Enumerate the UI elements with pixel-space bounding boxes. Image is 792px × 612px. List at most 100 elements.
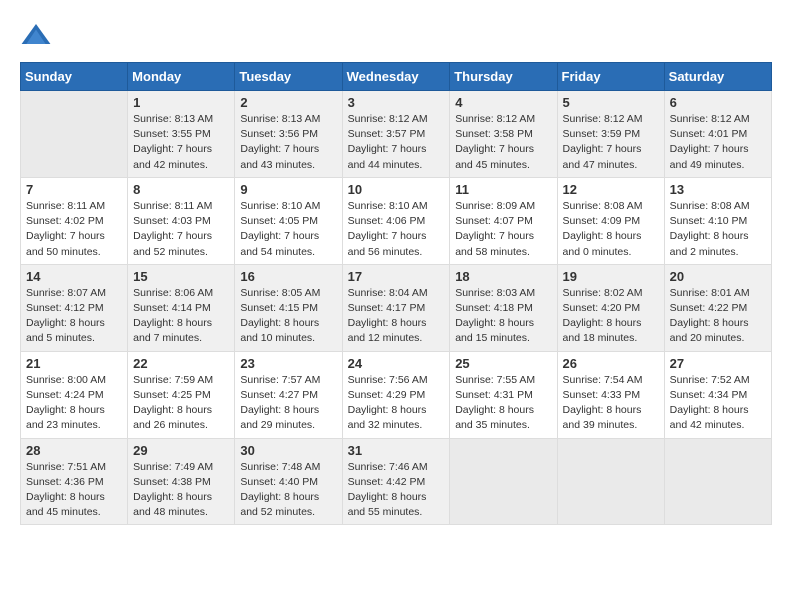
day-number: 17 bbox=[348, 269, 445, 284]
day-info: Sunrise: 8:11 AMSunset: 4:03 PMDaylight:… bbox=[133, 199, 229, 260]
calendar-cell: 9Sunrise: 8:10 AMSunset: 4:05 PMDaylight… bbox=[235, 177, 342, 264]
calendar-cell: 21 Sunrise: 8:00 AMSunset: 4:24 PMDayligh… bbox=[21, 351, 128, 438]
day-info: Sunrise: 8:05 AMSunset: 4:15 PMDaylight:… bbox=[240, 286, 336, 347]
calendar-cell: 29 Sunrise: 7:49 AMSunset: 4:38 PMDayligh… bbox=[128, 438, 235, 525]
calendar-cell: 13 Sunrise: 8:08 AMSunset: 4:10 PMDayligh… bbox=[664, 177, 771, 264]
day-number: 24 bbox=[348, 356, 445, 371]
calendar-week-row: 1 Sunrise: 8:13 AMSunset: 3:55 PMDaylight… bbox=[21, 91, 772, 178]
day-number: 22 bbox=[133, 356, 229, 371]
calendar-cell: 4 Sunrise: 8:12 AMSunset: 3:58 PMDaylight… bbox=[450, 91, 557, 178]
calendar-cell: 23 Sunrise: 7:57 AMSunset: 4:27 PMDayligh… bbox=[235, 351, 342, 438]
day-info: Sunrise: 8:01 AMSunset: 4:22 PMDaylight:… bbox=[670, 286, 766, 347]
calendar-table: SundayMondayTuesdayWednesdayThursdayFrid… bbox=[20, 62, 772, 525]
day-number: 2 bbox=[240, 95, 336, 110]
day-info: Sunrise: 7:46 AMSunset: 4:42 PMDaylight:… bbox=[348, 460, 445, 521]
calendar-cell: 22 Sunrise: 7:59 AMSunset: 4:25 PMDayligh… bbox=[128, 351, 235, 438]
calendar-cell: 30Sunrise: 7:48 AMSunset: 4:40 PMDayligh… bbox=[235, 438, 342, 525]
day-info: Sunrise: 8:03 AMSunset: 4:18 PMDaylight:… bbox=[455, 286, 551, 347]
calendar-week-row: 21 Sunrise: 8:00 AMSunset: 4:24 PMDayligh… bbox=[21, 351, 772, 438]
day-info: Sunrise: 7:49 AMSunset: 4:38 PMDaylight:… bbox=[133, 460, 229, 521]
calendar-cell: 31 Sunrise: 7:46 AMSunset: 4:42 PMDayligh… bbox=[342, 438, 450, 525]
weekday-header-tuesday: Tuesday bbox=[235, 63, 342, 91]
day-info: Sunrise: 8:10 AMSunset: 4:06 PMDaylight:… bbox=[348, 199, 445, 260]
calendar-cell: 19 Sunrise: 8:02 AMSunset: 4:20 PMDayligh… bbox=[557, 264, 664, 351]
day-info: Sunrise: 8:12 AMSunset: 3:57 PMDaylight:… bbox=[348, 112, 445, 173]
day-info: Sunrise: 7:52 AMSunset: 4:34 PMDaylight:… bbox=[670, 373, 766, 434]
calendar-cell: 20 Sunrise: 8:01 AMSunset: 4:22 PMDayligh… bbox=[664, 264, 771, 351]
weekday-header-thursday: Thursday bbox=[450, 63, 557, 91]
calendar-cell: 17 Sunrise: 8:04 AMSunset: 4:17 PMDayligh… bbox=[342, 264, 450, 351]
calendar-cell: 12 Sunrise: 8:08 AMSunset: 4:09 PMDayligh… bbox=[557, 177, 664, 264]
calendar-cell: 16 Sunrise: 8:05 AMSunset: 4:15 PMDayligh… bbox=[235, 264, 342, 351]
day-number: 28 bbox=[26, 443, 122, 458]
calendar-cell bbox=[450, 438, 557, 525]
day-info: Sunrise: 7:56 AMSunset: 4:29 PMDaylight:… bbox=[348, 373, 445, 434]
calendar-cell: 15 Sunrise: 8:06 AMSunset: 4:14 PMDayligh… bbox=[128, 264, 235, 351]
day-number: 21 bbox=[26, 356, 122, 371]
day-info: Sunrise: 8:08 AMSunset: 4:10 PMDaylight:… bbox=[670, 199, 766, 260]
day-info: Sunrise: 7:55 AMSunset: 4:31 PMDaylight:… bbox=[455, 373, 551, 434]
calendar-cell: 8 Sunrise: 8:11 AMSunset: 4:03 PMDaylight… bbox=[128, 177, 235, 264]
day-info: Sunrise: 8:13 AMSunset: 3:55 PMDaylight:… bbox=[133, 112, 229, 173]
calendar-week-row: 28Sunrise: 7:51 AMSunset: 4:36 PMDayligh… bbox=[21, 438, 772, 525]
day-info: Sunrise: 8:11 AMSunset: 4:02 PMDaylight:… bbox=[26, 199, 122, 260]
day-info: Sunrise: 8:02 AMSunset: 4:20 PMDaylight:… bbox=[563, 286, 659, 347]
day-info: Sunrise: 8:13 AMSunset: 3:56 PMDaylight:… bbox=[240, 112, 336, 173]
day-number: 1 bbox=[133, 95, 229, 110]
day-info: Sunrise: 7:59 AMSunset: 4:25 PMDaylight:… bbox=[133, 373, 229, 434]
weekday-header-monday: Monday bbox=[128, 63, 235, 91]
calendar-week-row: 14 Sunrise: 8:07 AMSunset: 4:12 PMDayligh… bbox=[21, 264, 772, 351]
day-info: Sunrise: 8:08 AMSunset: 4:09 PMDaylight:… bbox=[563, 199, 659, 260]
calendar-cell: 28Sunrise: 7:51 AMSunset: 4:36 PMDayligh… bbox=[21, 438, 128, 525]
day-number: 12 bbox=[563, 182, 659, 197]
day-number: 3 bbox=[348, 95, 445, 110]
day-number: 4 bbox=[455, 95, 551, 110]
calendar-cell: 14 Sunrise: 8:07 AMSunset: 4:12 PMDayligh… bbox=[21, 264, 128, 351]
day-number: 29 bbox=[133, 443, 229, 458]
weekday-header-friday: Friday bbox=[557, 63, 664, 91]
weekday-header-sunday: Sunday bbox=[21, 63, 128, 91]
calendar-cell: 27Sunrise: 7:52 AMSunset: 4:34 PMDayligh… bbox=[664, 351, 771, 438]
day-number: 14 bbox=[26, 269, 122, 284]
day-info: Sunrise: 8:09 AMSunset: 4:07 PMDaylight:… bbox=[455, 199, 551, 260]
calendar-cell: 6Sunrise: 8:12 AMSunset: 4:01 PMDaylight… bbox=[664, 91, 771, 178]
calendar-week-row: 7 Sunrise: 8:11 AMSunset: 4:02 PMDaylight… bbox=[21, 177, 772, 264]
calendar-cell: 2 Sunrise: 8:13 AMSunset: 3:56 PMDaylight… bbox=[235, 91, 342, 178]
day-number: 16 bbox=[240, 269, 336, 284]
calendar-cell: 3 Sunrise: 8:12 AMSunset: 3:57 PMDaylight… bbox=[342, 91, 450, 178]
day-number: 18 bbox=[455, 269, 551, 284]
day-number: 10 bbox=[348, 182, 445, 197]
day-info: Sunrise: 8:06 AMSunset: 4:14 PMDaylight:… bbox=[133, 286, 229, 347]
day-info: Sunrise: 8:12 AMSunset: 3:58 PMDaylight:… bbox=[455, 112, 551, 173]
day-number: 25 bbox=[455, 356, 551, 371]
day-number: 5 bbox=[563, 95, 659, 110]
weekday-header-wednesday: Wednesday bbox=[342, 63, 450, 91]
day-number: 11 bbox=[455, 182, 551, 197]
calendar-cell bbox=[664, 438, 771, 525]
day-number: 15 bbox=[133, 269, 229, 284]
calendar-cell: 18 Sunrise: 8:03 AMSunset: 4:18 PMDayligh… bbox=[450, 264, 557, 351]
day-number: 31 bbox=[348, 443, 445, 458]
day-info: Sunrise: 8:04 AMSunset: 4:17 PMDaylight:… bbox=[348, 286, 445, 347]
day-number: 13 bbox=[670, 182, 766, 197]
day-info: Sunrise: 7:57 AMSunset: 4:27 PMDaylight:… bbox=[240, 373, 336, 434]
calendar-cell bbox=[557, 438, 664, 525]
calendar-cell bbox=[21, 91, 128, 178]
day-number: 8 bbox=[133, 182, 229, 197]
day-number: 9 bbox=[240, 182, 336, 197]
day-number: 19 bbox=[563, 269, 659, 284]
calendar-cell: 24 Sunrise: 7:56 AMSunset: 4:29 PMDayligh… bbox=[342, 351, 450, 438]
day-info: Sunrise: 8:12 AMSunset: 3:59 PMDaylight:… bbox=[563, 112, 659, 173]
calendar-cell: 10 Sunrise: 8:10 AMSunset: 4:06 PMDayligh… bbox=[342, 177, 450, 264]
day-number: 20 bbox=[670, 269, 766, 284]
day-info: Sunrise: 8:07 AMSunset: 4:12 PMDaylight:… bbox=[26, 286, 122, 347]
day-info: Sunrise: 8:00 AMSunset: 4:24 PMDaylight:… bbox=[26, 373, 122, 434]
day-number: 23 bbox=[240, 356, 336, 371]
weekday-header-saturday: Saturday bbox=[664, 63, 771, 91]
weekday-header-row: SundayMondayTuesdayWednesdayThursdayFrid… bbox=[21, 63, 772, 91]
day-number: 30 bbox=[240, 443, 336, 458]
day-number: 7 bbox=[26, 182, 122, 197]
calendar-cell: 25 Sunrise: 7:55 AMSunset: 4:31 PMDayligh… bbox=[450, 351, 557, 438]
calendar-cell: 11 Sunrise: 8:09 AMSunset: 4:07 PMDayligh… bbox=[450, 177, 557, 264]
page-header bbox=[20, 20, 772, 52]
